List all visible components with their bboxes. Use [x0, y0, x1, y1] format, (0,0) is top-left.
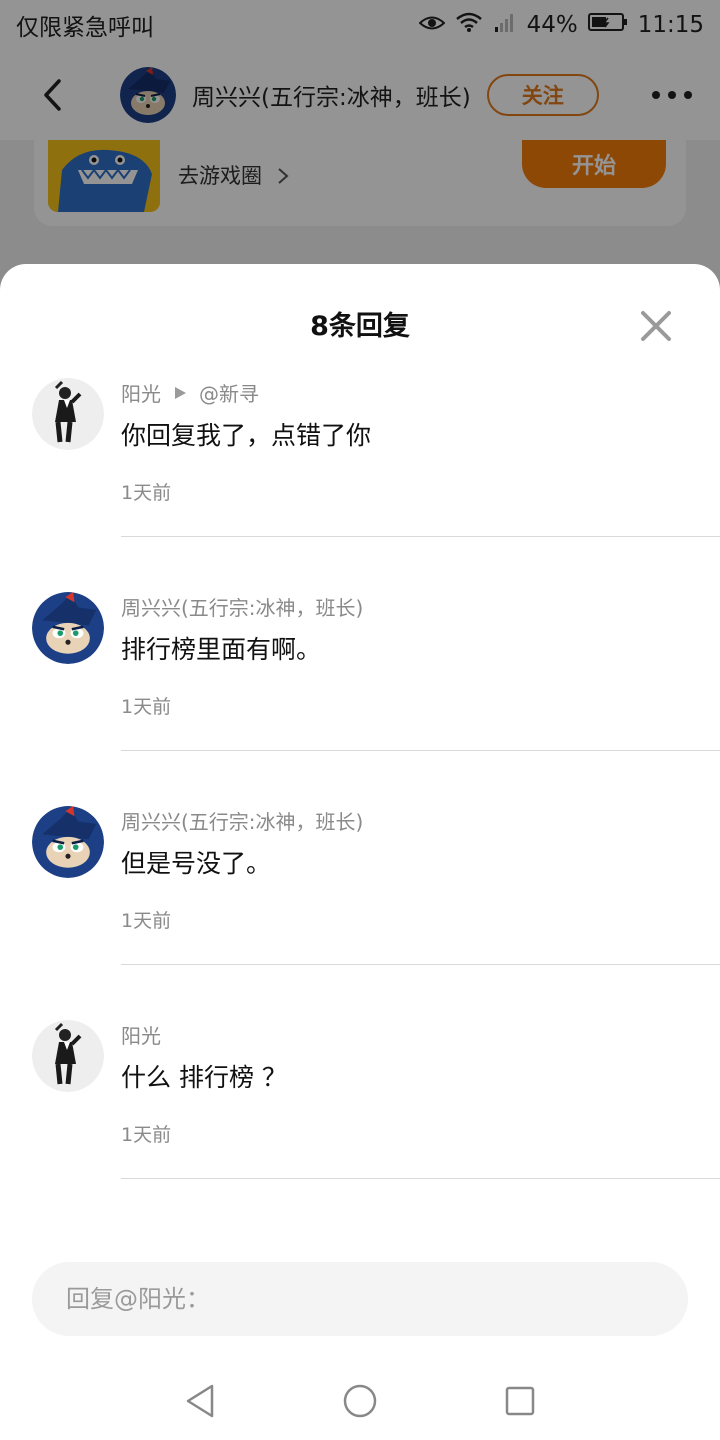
divider	[121, 964, 720, 965]
comment-time: 1天前	[121, 1124, 172, 1146]
divider	[121, 536, 720, 537]
comment-avatar[interactable]	[32, 1020, 104, 1092]
triangle-back-icon	[186, 1384, 214, 1417]
suited-man-avatar-icon	[32, 378, 104, 450]
comment-meta: 阳光	[121, 1020, 161, 1049]
comment-item[interactable]: 阳光 什么 排行榜 ？ 1天前	[0, 1006, 720, 1220]
comment-author[interactable]: 周兴兴(五行宗:冰神，班长)	[121, 806, 363, 835]
square-recents-icon	[505, 1386, 535, 1415]
reply-input[interactable]	[32, 1262, 688, 1336]
suited-man-avatar-icon	[32, 1020, 104, 1092]
comment-avatar[interactable]	[32, 378, 104, 450]
blue-hedgehog-avatar-icon	[32, 806, 104, 878]
comment-item[interactable]: 周兴兴(五行宗:冰神，班长) 排行榜里面有啊。 1天前	[0, 578, 720, 792]
reply-bar	[0, 1237, 720, 1440]
sheet-title: 8条回复	[310, 311, 410, 342]
comment-time: 1天前	[121, 696, 172, 718]
comment-text: 你回复我了，点错了你	[121, 421, 372, 450]
circle-home-icon	[343, 1384, 377, 1417]
close-icon	[641, 311, 671, 341]
comment-meta: 周兴兴(五行宗:冰神，班长)	[121, 592, 363, 621]
comment-author[interactable]: 阳光	[121, 378, 161, 407]
screen: 仅限紧急呼叫 44% 11:15 周兴兴(五行宗:冰神，班长) 关注 去游戏圈 …	[0, 0, 720, 1440]
blue-hedgehog-avatar-icon	[32, 592, 104, 664]
comment-text: 什么 排行榜 ？	[121, 1063, 287, 1092]
comment-reply-target[interactable]: @新寻	[199, 378, 259, 407]
close-button[interactable]	[640, 310, 672, 342]
nav-recents-button[interactable]	[500, 1381, 540, 1421]
comment-text: 排行榜里面有啊。	[121, 635, 322, 664]
comment-avatar[interactable]	[32, 592, 104, 664]
reply-arrow-icon	[175, 386, 186, 399]
comment-time: 1天前	[121, 482, 172, 504]
comment-item[interactable]: 阳光 @新寻 你回复我了，点错了你 1天前	[0, 364, 720, 578]
divider	[121, 750, 720, 751]
comment-meta: 阳光 @新寻	[121, 378, 259, 407]
nav-home-button[interactable]	[340, 1381, 380, 1421]
divider	[121, 1178, 720, 1179]
comment-time: 1天前	[121, 910, 172, 932]
comment-author[interactable]: 周兴兴(五行宗:冰神，班长)	[121, 592, 363, 621]
comment-item[interactable]: 周兴兴(五行宗:冰神，班长) 但是号没了。 1天前	[0, 792, 720, 1006]
nav-back-button[interactable]	[180, 1381, 220, 1421]
comment-text: 但是号没了。	[121, 849, 272, 878]
comment-avatar[interactable]	[32, 806, 104, 878]
comment-meta: 周兴兴(五行宗:冰神，班长)	[121, 806, 363, 835]
system-nav-bar	[0, 1361, 720, 1440]
comment-author[interactable]: 阳光	[121, 1020, 161, 1049]
